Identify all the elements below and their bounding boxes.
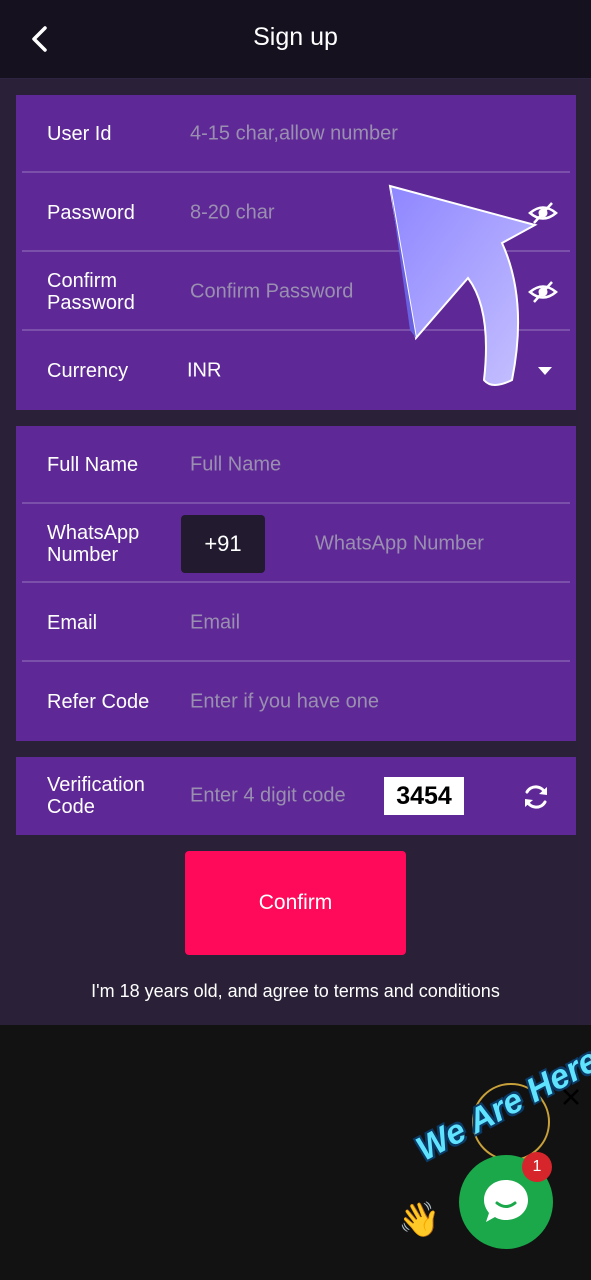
verification-row: Verification Code Enter 4 digit code 345… — [16, 757, 576, 835]
page-title: Sign up — [253, 23, 338, 51]
full-name-input[interactable]: Full Name — [190, 454, 281, 477]
profile-card: Full Name Full Name WhatsApp Number +91 … — [16, 426, 576, 741]
whatsapp-label: WhatsApp Number — [47, 522, 177, 566]
label-line: Confirm — [47, 270, 118, 292]
label-line: Password — [47, 292, 135, 314]
currency-label: Currency — [47, 360, 129, 382]
verification-code-input[interactable]: Enter 4 digit code — [190, 785, 346, 808]
label-line: Verification — [47, 774, 145, 796]
label-line: Code — [47, 796, 95, 818]
user-id-label: User Id — [47, 123, 112, 145]
full-name-row: Full Name Full Name — [16, 426, 576, 504]
refresh-icon[interactable] — [521, 782, 551, 812]
confirm-button[interactable]: Confirm — [185, 851, 406, 955]
refer-code-label: Refer Code — [47, 691, 150, 713]
top-bar: Sign up — [0, 0, 591, 79]
chat-bubble-icon — [484, 1180, 528, 1222]
user-id-input[interactable]: 4-15 char,allow number — [190, 123, 398, 146]
divider — [22, 660, 570, 662]
full-name-label: Full Name — [47, 454, 139, 476]
terms-text[interactable]: I'm 18 years old, and agree to terms and… — [0, 981, 591, 1002]
email-row: Email Email — [16, 584, 576, 662]
confirm-password-label: Confirm Password — [47, 270, 177, 314]
refer-code-input[interactable]: Enter if you have one — [190, 691, 379, 714]
verification-card: Verification Code Enter 4 digit code 345… — [16, 757, 576, 835]
label-line: Number — [47, 544, 119, 566]
verification-label: Verification Code — [47, 774, 177, 818]
waving-hand-icon: 👋 — [398, 1201, 441, 1239]
currency-select[interactable]: INR — [187, 360, 221, 383]
email-label: Email — [47, 612, 98, 634]
refer-code-row: Refer Code Enter if you have one — [16, 663, 576, 741]
password-label: Password — [47, 202, 135, 224]
divider — [22, 502, 570, 504]
user-id-row: User Id 4-15 char,allow number — [16, 95, 576, 173]
unread-count-badge: 1 — [522, 1152, 552, 1182]
whatsapp-row: WhatsApp Number +91 WhatsApp Number — [16, 505, 576, 583]
divider — [22, 171, 570, 173]
confirm-password-input[interactable]: Confirm Password — [190, 281, 353, 304]
country-code-selector[interactable]: +91 — [181, 515, 265, 573]
divider — [22, 581, 570, 583]
email-input[interactable]: Email — [190, 612, 240, 635]
password-input[interactable]: 8-20 char — [190, 202, 275, 225]
pointer-arrow-icon — [388, 184, 538, 386]
label-line: WhatsApp — [47, 522, 140, 544]
whatsapp-input[interactable]: WhatsApp Number — [315, 533, 484, 556]
captcha-image: 3454 — [384, 777, 464, 815]
